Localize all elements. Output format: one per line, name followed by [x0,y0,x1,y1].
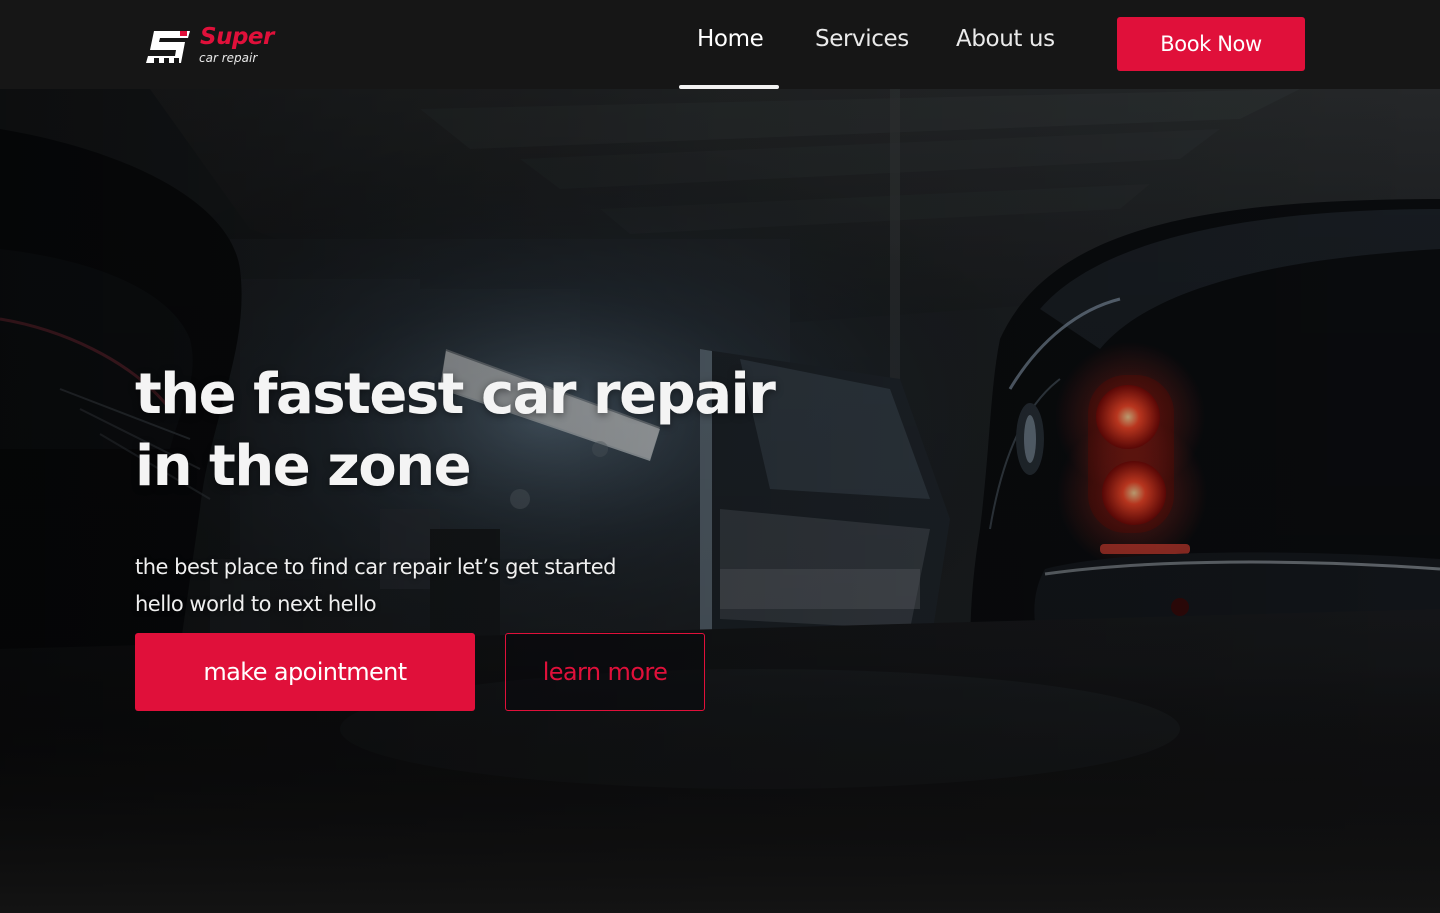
brand-logo[interactable]: Super car repair [144,24,274,68]
nav-item-about-us[interactable]: About us [956,26,1055,52]
hero-headline-line-2: in the zone [135,434,472,499]
hero-headline-line-1: the fastest car repair [135,362,776,427]
hero-headline: the fastest car repair in the zone [135,359,835,503]
brand-name: Super [200,24,274,50]
nav-item-home[interactable]: Home [697,26,764,52]
checkered-s-logo-icon [146,31,190,63]
brand-tagline: car repair [199,51,258,65]
active-nav-indicator [679,85,779,89]
hero-subtitle-line-1: the best place to find car repair let’s … [135,555,616,579]
hero-subtitle-line-2: hello world to next hello [135,592,377,616]
book-now-button[interactable]: Book Now [1117,17,1305,71]
learn-more-button[interactable]: learn more [505,633,705,711]
nav-item-services[interactable]: Services [815,26,909,52]
make-appointment-button[interactable]: make apointment [135,633,475,711]
hero-subtitle: the best place to find car repair let’s … [135,549,735,623]
hero-section: the fastest car repair in the zone the b… [0,89,1440,913]
top-navbar: Super car repair Home Services About us … [0,0,1440,89]
